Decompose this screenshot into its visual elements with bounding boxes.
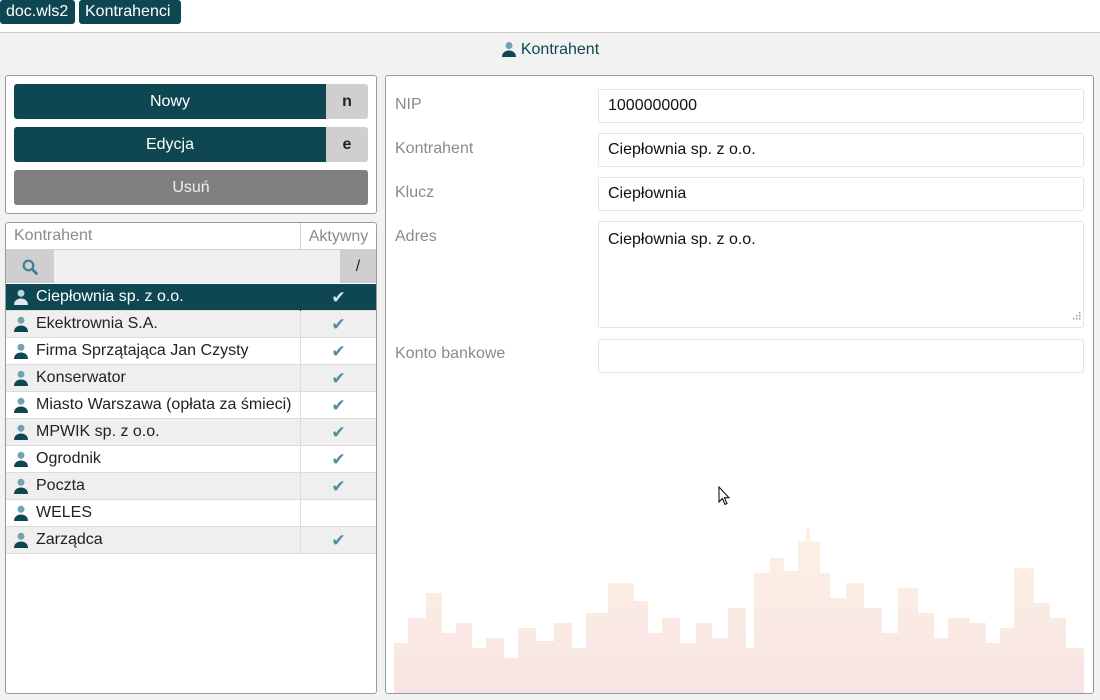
- breadcrumb-kontrahenci[interactable]: Kontrahenci: [79, 0, 181, 24]
- list-item[interactable]: Zarządca ✔: [6, 527, 376, 554]
- active-check-icon: [300, 500, 376, 527]
- key-field[interactable]: Ciepłownia: [598, 177, 1084, 211]
- list-item-name: Poczta: [36, 477, 85, 494]
- user-icon: [14, 289, 28, 310]
- list-item-name: Zarządca: [36, 531, 103, 548]
- edit-button[interactable]: Edycja e: [14, 127, 368, 162]
- list-item-name: Ogrodnik: [36, 450, 101, 467]
- user-icon: [14, 532, 28, 553]
- user-icon: [14, 478, 28, 499]
- delete-button[interactable]: Usuń: [14, 170, 368, 205]
- user-icon: [14, 424, 28, 445]
- user-icon: [14, 370, 28, 391]
- list-header: Kontrahent Aktywny: [6, 223, 376, 250]
- active-check-icon: ✔: [300, 338, 376, 365]
- active-check-icon: ✔: [300, 419, 376, 446]
- edit-shortcut-key[interactable]: e: [326, 127, 368, 162]
- column-header-active[interactable]: Aktywny: [300, 223, 376, 250]
- active-check-icon: ✔: [300, 392, 376, 419]
- list-item[interactable]: Konserwator ✔: [6, 365, 376, 392]
- delete-button-label[interactable]: Usuń: [14, 170, 368, 205]
- list-item-name: Miasto Warszawa (opłata za śmieci): [36, 396, 292, 413]
- list-search-bar: /: [6, 250, 376, 283]
- user-icon: [501, 41, 517, 65]
- list-item[interactable]: MPWIK sp. z o.o. ✔: [6, 419, 376, 446]
- list-item[interactable]: Miasto Warszawa (opłata za śmieci) ✔: [6, 392, 376, 419]
- contractor-rows: Ciepłownia sp. z o.o. ✔ Ekektrownia S.A. ✔ F…: [6, 284, 376, 554]
- list-item[interactable]: Firma Sprzątająca Jan Czysty ✔: [6, 338, 376, 365]
- user-icon: [14, 343, 28, 364]
- user-icon: [14, 316, 28, 337]
- contractor-list-panel: Kontrahent Aktywny / Ciepłownia sp. z o.…: [5, 222, 377, 694]
- new-button[interactable]: Nowy n: [14, 84, 368, 119]
- user-icon: [14, 397, 28, 418]
- name-label: Kontrahent: [395, 140, 474, 157]
- active-check-icon: ✔: [300, 365, 376, 392]
- bank-account-label: Konto bankowe: [395, 345, 506, 362]
- page-title: Kontrahent: [520, 41, 600, 58]
- active-check-icon: ✔: [300, 473, 376, 500]
- filter-toggle-button[interactable]: /: [340, 250, 376, 283]
- user-icon: [14, 505, 28, 526]
- search-input[interactable]: [54, 250, 340, 283]
- nip-label: NIP: [395, 96, 422, 113]
- column-header-name[interactable]: Kontrahent: [14, 227, 92, 245]
- breadcrumb-home[interactable]: doc.wls2: [0, 0, 75, 24]
- list-item[interactable]: WELES: [6, 500, 376, 527]
- nip-field[interactable]: 1000000000: [598, 89, 1084, 123]
- new-shortcut-key[interactable]: n: [326, 84, 368, 119]
- page-title-bar: Kontrahent: [0, 38, 1100, 65]
- actions-panel: Nowy n Edycja e Usuń: [5, 75, 377, 214]
- list-item[interactable]: Poczta ✔: [6, 473, 376, 500]
- list-item[interactable]: Ciepłownia sp. z o.o. ✔: [6, 284, 376, 311]
- list-item-name: Ciepłownia sp. z o.o.: [36, 288, 184, 305]
- list-item-name: WELES: [36, 504, 93, 521]
- active-check-icon: ✔: [300, 284, 376, 311]
- bank-account-field[interactable]: [598, 339, 1084, 373]
- list-item-name: Konserwator: [36, 369, 126, 386]
- top-bar: doc.wls2 Kontrahenci: [0, 0, 1100, 33]
- user-icon: [14, 451, 28, 472]
- list-item-name: Firma Sprzątająca Jan Czysty: [36, 342, 249, 359]
- address-field[interactable]: Ciepłownia sp. z o.o.: [598, 221, 1084, 328]
- list-item-name: Ekektrownia S.A.: [36, 315, 158, 332]
- edit-button-label[interactable]: Edycja: [14, 127, 326, 162]
- list-item-name: MPWIK sp. z o.o.: [36, 423, 160, 440]
- search-button[interactable]: [6, 250, 54, 283]
- new-button-label[interactable]: Nowy: [14, 84, 326, 119]
- active-check-icon: ✔: [300, 446, 376, 473]
- mouse-cursor-icon: [718, 485, 731, 511]
- address-value: Ciepłownia sp. z o.o.: [608, 231, 756, 248]
- key-label: Klucz: [395, 184, 435, 201]
- active-check-icon: ✔: [300, 527, 376, 554]
- list-item[interactable]: Ekektrownia S.A. ✔: [6, 311, 376, 338]
- search-icon: [22, 259, 38, 275]
- active-check-icon: ✔: [300, 311, 376, 338]
- name-field[interactable]: Ciepłownia sp. z o.o.: [598, 133, 1084, 167]
- resize-grip-icon[interactable]: [1073, 307, 1081, 325]
- list-item[interactable]: Ogrodnik ✔: [6, 446, 376, 473]
- contractor-form-panel: NIP 1000000000 Kontrahent Ciepłownia sp.…: [385, 75, 1094, 694]
- city-skyline-watermark: [394, 528, 1084, 693]
- address-label: Adres: [395, 228, 437, 245]
